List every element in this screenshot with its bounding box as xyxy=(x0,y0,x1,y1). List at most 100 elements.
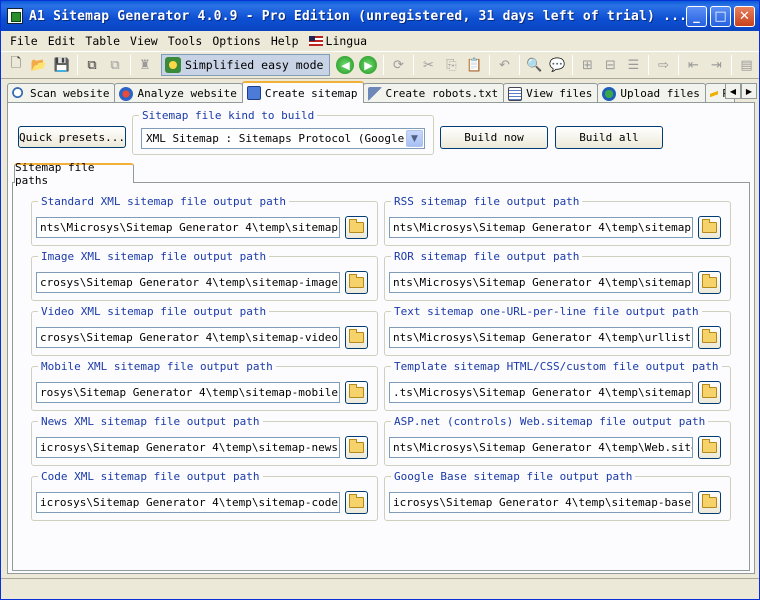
path-field[interactable]: nts\Microsys\Sitemap Generator 4\temp\si… xyxy=(36,217,340,238)
paste-icon[interactable]: 📋 xyxy=(463,54,485,76)
menu-edit[interactable]: Edit xyxy=(43,34,81,48)
path-field[interactable]: icrosys\Sitemap Generator 4\temp\sitemap… xyxy=(389,492,693,513)
close-button[interactable]: ✕ xyxy=(734,6,755,27)
tab-scroll-right-button[interactable]: ▶ xyxy=(741,83,757,99)
browse-folder-button[interactable] xyxy=(345,436,368,459)
path-group-label: Mobile XML sitemap file output path xyxy=(38,360,276,373)
sitemap-kind-select[interactable]: XML Sitemap : Sitemaps Protocol (Google … xyxy=(141,128,425,149)
tab-sitemap-file-paths[interactable]: Sitemap file paths xyxy=(14,161,134,187)
path-field[interactable]: nts\Microsys\Sitemap Generator 4\temp\ur… xyxy=(389,327,693,348)
tree-collapse-icon[interactable]: ⊟ xyxy=(599,54,621,76)
paste-project-icon[interactable]: ⧉ xyxy=(104,54,126,76)
path-field[interactable]: .ts\Microsys\Sitemap Generator 4\temp\si… xyxy=(389,382,693,403)
tab-label: Scan website xyxy=(30,87,110,100)
menu-view[interactable]: View xyxy=(125,34,163,48)
tab-view-files[interactable]: View files xyxy=(503,83,599,103)
browse-folder-button[interactable] xyxy=(345,491,368,514)
path-group-label: Template sitemap HTML/CSS/custom file ou… xyxy=(391,360,722,373)
path-value: nts\Microsys\Sitemap Generator 4\temp\si… xyxy=(393,221,693,234)
tab-upload-files[interactable]: Upload files xyxy=(597,83,706,103)
browse-folder-button[interactable] xyxy=(698,326,721,349)
align-left-icon[interactable]: ⇤ xyxy=(682,54,704,76)
easy-mode-icon xyxy=(165,57,181,73)
menu-help[interactable]: Help xyxy=(266,34,304,48)
path-field[interactable]: crosys\Sitemap Generator 4\temp\sitemap-… xyxy=(36,272,340,293)
build-now-button[interactable]: Build now xyxy=(440,126,548,149)
left-path-group-0: Standard XML sitemap file output path nt… xyxy=(31,195,378,246)
browse-folder-button[interactable] xyxy=(698,491,721,514)
tree-expand-icon[interactable]: ⊞ xyxy=(576,54,598,76)
tab-create-robots[interactable]: Create robots.txt xyxy=(362,83,505,103)
tab-create-sitemap[interactable]: Create sitemap xyxy=(241,81,364,103)
toolbar-separator xyxy=(648,55,650,75)
sitemap-file-paths-panel: Standard XML sitemap file output path nt… xyxy=(12,182,750,571)
find-next-icon[interactable]: 💬 xyxy=(546,54,568,76)
folder-icon xyxy=(349,329,364,343)
simplified-easy-mode-button[interactable]: Simplified easy mode xyxy=(161,54,331,76)
browse-folder-button[interactable] xyxy=(698,381,721,404)
tree-view-icon[interactable]: ☰ xyxy=(622,54,644,76)
path-value: icrosys\Sitemap Generator 4\temp\sitemap… xyxy=(393,496,693,509)
magnifier-icon xyxy=(12,86,26,101)
refresh-icon[interactable]: ⟳ xyxy=(387,54,409,76)
copy-icon[interactable]: ⎘ xyxy=(440,54,462,76)
title-bar[interactable]: A1 Sitemap Generator 4.0.9 - Pro Edition… xyxy=(1,1,759,31)
find-icon[interactable]: 🔍 xyxy=(523,54,545,76)
browse-folder-button[interactable] xyxy=(698,216,721,239)
copy-project-icon[interactable]: ⧉ xyxy=(81,54,103,76)
quick-presets-button[interactable]: Quick presets... xyxy=(18,126,126,148)
path-value: icrosys\Sitemap Generator 4\temp\sitemap… xyxy=(40,441,340,454)
right-path-group-0: RSS sitemap file output path nts\Microsy… xyxy=(384,195,731,246)
path-field[interactable]: nts\Microsys\Sitemap Generator 4\temp\si… xyxy=(389,272,693,293)
path-field[interactable]: icrosys\Sitemap Generator 4\temp\sitemap… xyxy=(36,437,340,458)
browse-folder-button[interactable] xyxy=(698,271,721,294)
browse-folder-button[interactable] xyxy=(698,436,721,459)
align-right-icon[interactable]: ⇥ xyxy=(705,54,727,76)
path-group-label: News XML sitemap file output path xyxy=(38,415,263,428)
right-path-group-5: Google Base sitemap file output path icr… xyxy=(384,470,731,521)
more-icon[interactable]: ▤ xyxy=(735,54,757,76)
tab-analyze-website[interactable]: Analyze website xyxy=(114,83,243,103)
left-path-group-2: Video XML sitemap file output path crosy… xyxy=(31,305,378,356)
path-field[interactable]: nts\Microsys\Sitemap Generator 4\temp\si… xyxy=(389,217,693,238)
stamp-icon[interactable]: ♜ xyxy=(134,54,156,76)
build-all-button[interactable]: Build all xyxy=(555,126,663,149)
easy-mode-label: Simplified easy mode xyxy=(185,58,324,72)
path-group-label: RSS sitemap file output path xyxy=(391,195,583,208)
tab-scroll-left-button[interactable]: ◀ xyxy=(725,83,741,99)
maximize-button[interactable]: □ xyxy=(710,6,731,27)
browse-folder-button[interactable] xyxy=(345,326,368,349)
menu-file[interactable]: File xyxy=(5,34,43,48)
browse-folder-button[interactable] xyxy=(345,216,368,239)
path-field[interactable]: nts\Microsys\Sitemap Generator 4\temp\We… xyxy=(389,437,693,458)
window-title: A1 Sitemap Generator 4.0.9 - Pro Edition… xyxy=(29,8,688,24)
back-icon[interactable]: ◀ xyxy=(334,54,356,76)
path-field[interactable]: icrosys\Sitemap Generator 4\temp\sitemap… xyxy=(36,492,340,513)
path-value: crosys\Sitemap Generator 4\temp\sitemap-… xyxy=(40,331,340,344)
tab-scan-website[interactable]: Scan website xyxy=(7,83,116,103)
forward-icon[interactable]: ▶ xyxy=(357,54,379,76)
browse-folder-button[interactable] xyxy=(345,271,368,294)
path-value: nts\Microsys\Sitemap Generator 4\temp\ur… xyxy=(393,331,693,344)
left-path-group-3: Mobile XML sitemap file output path rosy… xyxy=(31,360,378,411)
chevron-down-icon[interactable]: ▼ xyxy=(406,130,423,147)
path-group-label: Google Base sitemap file output path xyxy=(391,470,636,483)
path-group-label: Video XML sitemap file output path xyxy=(38,305,270,318)
menu-tools[interactable]: Tools xyxy=(163,34,208,48)
move-icon[interactable]: ⇨ xyxy=(652,54,674,76)
save-icon[interactable]: 💾 xyxy=(51,54,73,76)
undo-icon[interactable]: ↶ xyxy=(493,54,515,76)
menu-options[interactable]: Options xyxy=(207,34,265,48)
new-file-icon[interactable]: 🗋 xyxy=(5,54,27,76)
browse-folder-button[interactable] xyxy=(345,381,368,404)
create-sitemap-panel: Quick presets... Sitemap file kind to bu… xyxy=(7,102,755,574)
toolbar-separator xyxy=(77,55,78,75)
minimize-button[interactable]: _ xyxy=(686,6,707,27)
menu-table[interactable]: Table xyxy=(80,34,125,48)
cut-icon[interactable]: ✂ xyxy=(417,54,439,76)
path-field[interactable]: rosys\Sitemap Generator 4\temp\sitemap-m… xyxy=(36,382,340,403)
open-folder-icon[interactable]: 📂 xyxy=(28,54,50,76)
menu-lingua[interactable]: Lingua xyxy=(304,34,373,48)
path-field[interactable]: crosys\Sitemap Generator 4\temp\sitemap-… xyxy=(36,327,340,348)
tab-label: Create sitemap xyxy=(264,86,358,100)
